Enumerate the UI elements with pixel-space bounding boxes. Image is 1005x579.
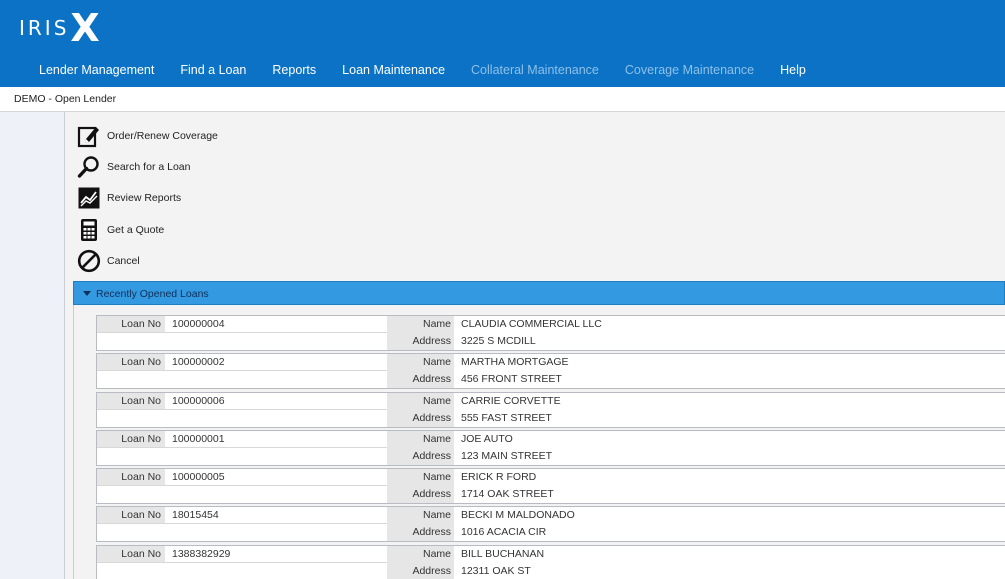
borrower-address: 1016 ACACIA CIR — [461, 526, 547, 539]
borrower-address: 12311 OAK ST — [461, 564, 531, 577]
get-quote-action[interactable]: Get a Quote — [76, 214, 218, 245]
name-label: Name — [387, 469, 454, 487]
loan-no-value: 1388382929 — [172, 547, 231, 560]
cancel-icon — [76, 248, 102, 274]
nav-loan-maintenance[interactable]: Loan Maintenance — [329, 58, 458, 82]
row-divider — [97, 485, 387, 487]
borrower-name: BILL BUCHANAN — [461, 547, 545, 560]
action-label: Order/Renew Coverage — [107, 129, 218, 142]
loan-no-label: Loan No — [97, 545, 165, 563]
name-label: Name — [387, 430, 454, 448]
loan-no-value: 100000004 — [172, 318, 225, 330]
loan-no-value: 100000002 — [172, 356, 225, 369]
loan-row[interactable]: Loan No 100000005 Name ERICK R FORD Addr… — [96, 468, 1005, 505]
address-label: Address — [387, 447, 454, 465]
loan-row[interactable]: Loan No 100000002 Name MARTHA MORTGAGE A… — [96, 353, 1005, 390]
borrower-name: JOE AUTO — [461, 432, 513, 445]
cancel-action[interactable]: Cancel — [76, 246, 218, 277]
loan-row[interactable]: Loan No 1388382929 Name BILL BUCHANAN Ad… — [96, 544, 1005, 579]
loan-row[interactable]: Loan No 18015454 Name BECKI M MALDONADO … — [96, 506, 1005, 543]
action-list: Order/Renew Coverage Search for a Loan R… — [76, 120, 218, 277]
app-window: IRIS X Lender Management Find a Loan Rep… — [0, 0, 1005, 579]
name-label: Name — [387, 316, 454, 333]
borrower-name: CLAUDIA COMMERCIAL LLC — [461, 318, 602, 330]
name-label: Name — [387, 507, 454, 525]
nav-lender-management[interactable]: Lender Management — [26, 58, 167, 82]
borrower-address: 456 FRONT STREET — [461, 373, 562, 386]
address-label: Address — [387, 524, 454, 542]
main-nav: Lender Management Find a Loan Reports Lo… — [26, 58, 819, 82]
name-label: Name — [387, 392, 454, 410]
row-divider — [97, 332, 387, 333]
action-label: Review Reports — [107, 192, 182, 205]
borrower-name: MARTHA MORTGAGE — [461, 356, 569, 369]
nav-find-a-loan[interactable]: Find a Loan — [167, 58, 259, 82]
loan-row[interactable]: Loan No 100000001 Name JOE AUTO Address … — [96, 429, 1005, 466]
calculator-icon — [76, 217, 102, 243]
left-panel — [0, 112, 65, 579]
name-label: Name — [387, 545, 454, 563]
loan-no-label: Loan No — [97, 430, 165, 448]
loan-no-label: Loan No — [97, 354, 165, 372]
order-renew-coverage-action[interactable]: Order/Renew Coverage — [76, 120, 218, 151]
nav-collateral-maintenance: Collateral Maintenance — [471, 63, 599, 77]
main-content: Order/Renew Coverage Search for a Loan R… — [65, 112, 1005, 579]
borrower-name: BECKI M MALDONADO — [461, 509, 575, 522]
chart-icon — [76, 185, 102, 211]
logo-mark: X — [70, 6, 100, 50]
search-loan-action[interactable]: Search for a Loan — [76, 151, 218, 182]
edit-icon — [76, 123, 102, 149]
recently-opened-loans-body: Loan No 100000004 Name CLAUDIA COMMERCIA… — [73, 305, 1005, 579]
loan-row[interactable]: Loan No 100000004 Name CLAUDIA COMMERCIA… — [96, 315, 1005, 351]
row-divider — [97, 446, 387, 448]
logo-text: IRIS — [19, 16, 70, 40]
row-divider — [97, 370, 387, 372]
nav-reports[interactable]: Reports — [259, 58, 329, 82]
loan-row[interactable]: Loan No 100000006 Name CARRIE CORVETTE A… — [96, 391, 1005, 428]
breadcrumb: DEMO - Open Lender — [14, 93, 117, 105]
loan-no-value: 100000006 — [172, 394, 225, 407]
loan-no-value: 100000001 — [172, 432, 225, 445]
address-label: Address — [387, 562, 454, 579]
loan-no-value: 18015454 — [172, 509, 219, 522]
accordion-title: Recently Opened Loans — [96, 288, 209, 300]
action-label: Search for a Loan — [107, 161, 191, 174]
loan-no-label: Loan No — [97, 392, 165, 410]
borrower-name: ERICK R FORD — [461, 471, 537, 484]
top-header: IRIS X Lender Management Find a Loan Rep… — [0, 0, 1005, 87]
address-label: Address — [387, 371, 454, 389]
borrower-address: 555 FAST STREET — [461, 411, 552, 424]
loan-no-label: Loan No — [97, 469, 165, 487]
recently-opened-loans-header[interactable]: Recently Opened Loans — [73, 281, 1005, 305]
search-icon — [76, 154, 102, 180]
borrower-name: CARRIE CORVETTE — [461, 394, 561, 407]
loan-no-value: 100000005 — [172, 471, 225, 484]
review-reports-action[interactable]: Review Reports — [76, 183, 218, 214]
caret-down-icon — [83, 291, 91, 296]
address-label: Address — [387, 486, 454, 504]
logo[interactable]: IRIS X — [19, 8, 100, 48]
borrower-address: 3225 S MCDILL — [461, 335, 536, 347]
action-label: Get a Quote — [107, 223, 165, 236]
row-divider — [97, 408, 387, 410]
loan-no-label: Loan No — [97, 507, 165, 525]
nav-help[interactable]: Help — [767, 58, 819, 82]
breadcrumb-bar: DEMO - Open Lender — [0, 87, 1005, 112]
address-label: Address — [387, 409, 454, 427]
action-label: Cancel — [107, 255, 140, 268]
name-label: Name — [387, 354, 454, 372]
borrower-address: 123 MAIN STREET — [461, 449, 553, 462]
nav-coverage-maintenance: Coverage Maintenance — [624, 63, 755, 77]
loan-no-label: Loan No — [97, 316, 165, 333]
borrower-address: 1714 OAK STREET — [461, 488, 554, 501]
row-divider — [97, 561, 387, 563]
loan-list: Loan No 100000004 Name CLAUDIA COMMERCIA… — [96, 315, 1005, 579]
row-divider — [97, 523, 387, 525]
address-label: Address — [387, 333, 454, 350]
